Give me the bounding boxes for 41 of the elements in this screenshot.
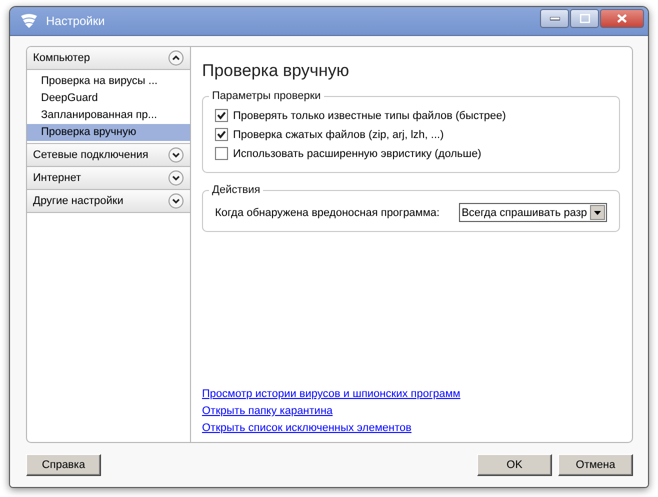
expand-icon[interactable] <box>168 170 184 186</box>
sidebar-item[interactable]: Проверка вручную <box>27 124 190 141</box>
section-label: Интернет <box>33 172 81 184</box>
link[interactable]: Открыть список исключенных элементов <box>202 422 412 434</box>
sidebar-section[interactable]: Другие настройки <box>27 190 190 213</box>
sidebar-section[interactable]: Компьютер <box>27 47 190 70</box>
expand-icon[interactable] <box>168 147 184 163</box>
sidebar-section[interactable]: Интернет <box>27 167 190 190</box>
help-button[interactable]: Справка <box>26 454 101 476</box>
option-label: Проверять только известные типы файлов (быстрее) <box>233 110 506 122</box>
window-title: Настройки <box>46 14 106 28</box>
page-title: Проверка вручную <box>202 61 350 81</box>
sidebar-section[interactable]: Сетевые подключения <box>27 144 190 167</box>
checkbox[interactable] <box>215 147 228 160</box>
action-dropdown[interactable]: Всегда спрашивать разр <box>458 203 607 222</box>
sidebar-item[interactable]: DeepGuard <box>27 90 190 107</box>
link[interactable]: Открыть папку карантина <box>202 405 333 417</box>
collapse-icon[interactable] <box>168 50 184 66</box>
sidebar-item[interactable]: Проверка на вирусы ... <box>27 73 190 90</box>
ok-button[interactable]: OK <box>477 454 552 476</box>
option-label: Проверка сжатых файлов (zip, arj, lzh, ...) <box>233 128 444 140</box>
maximize-icon <box>580 14 590 23</box>
close-icon <box>617 14 627 23</box>
section-label: Компьютер <box>33 52 90 64</box>
section-label: Другие настройки <box>33 195 124 207</box>
dropdown-arrow-icon <box>594 210 601 214</box>
link[interactable]: Просмотр истории вирусов и шпионских программ <box>202 388 460 400</box>
close-button[interactable] <box>600 9 644 28</box>
checkbox[interactable] <box>215 109 228 122</box>
section-label: Сетевые подключения <box>33 149 148 161</box>
maximize-button[interactable] <box>570 9 599 28</box>
field-label: Когда обнаружена вредоносная программа: <box>215 206 440 218</box>
group-title: Действия <box>211 184 262 196</box>
sidebar-item[interactable]: Запланированная пр... <box>27 107 190 124</box>
checkbox[interactable] <box>215 128 228 141</box>
minimize-button[interactable] <box>540 9 569 28</box>
group-title: Параметры проверки <box>211 90 322 102</box>
minimize-icon <box>550 16 560 20</box>
expand-icon[interactable] <box>168 193 184 209</box>
option-label: Использовать расширенную эвристику (дольше) <box>233 148 482 160</box>
cancel-button[interactable]: Отмена <box>558 454 633 476</box>
